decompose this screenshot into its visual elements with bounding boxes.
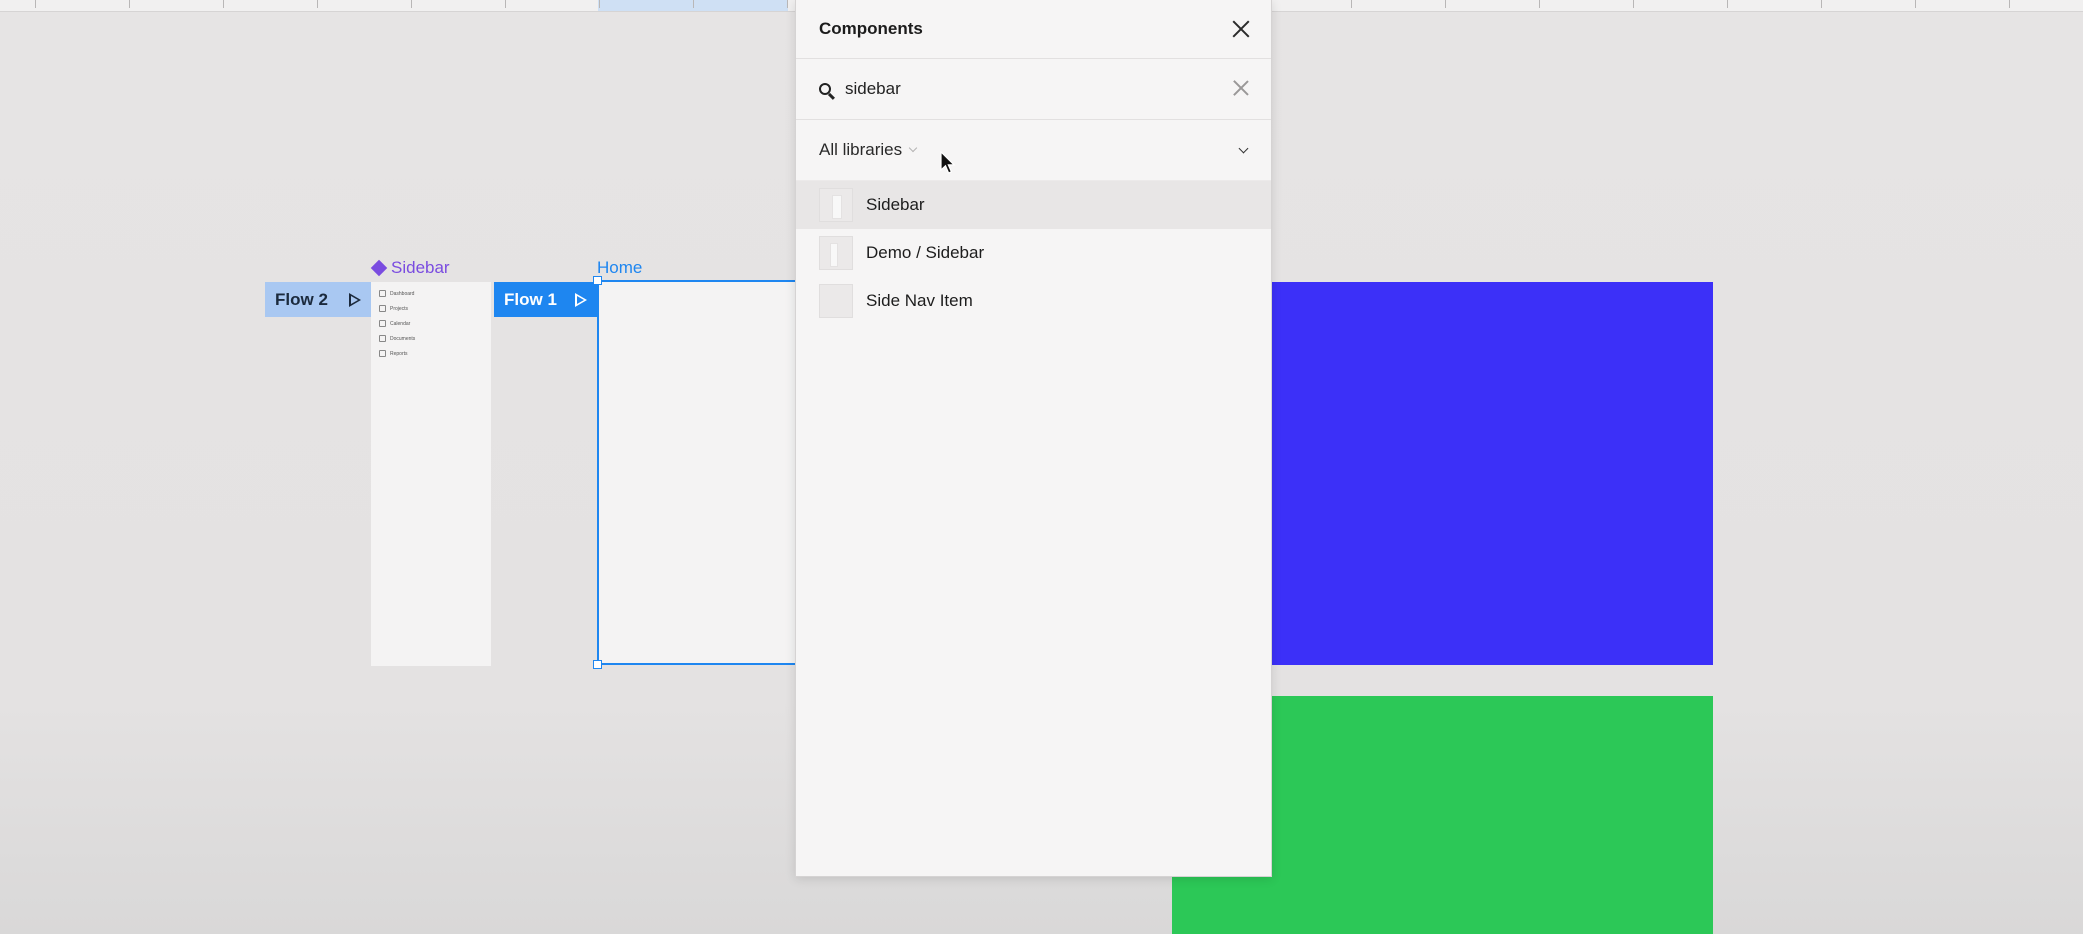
ruler-tick [129,0,130,8]
home-frame-label[interactable]: Home [597,258,642,278]
ruler-tick [787,0,788,8]
search-input[interactable] [845,79,1231,99]
libraries-label: All libraries [819,140,903,159]
sidebar-component-frame[interactable]: Dashboard Projects Calendar Documents Re… [371,282,491,666]
flow-2-chip[interactable]: Flow 2 [265,282,371,317]
result-label: Side Nav Item [866,291,973,310]
ruler-tick [317,0,318,8]
search-icon [819,83,831,95]
components-panel: Components All libraries Sidebar Demo / … [795,0,1272,877]
ruler-tick [599,0,600,8]
chevron-down-icon[interactable] [1238,143,1249,153]
result-item-side-nav-item[interactable]: Side Nav Item [796,277,1271,325]
play-icon[interactable] [575,292,587,307]
ruler-tick [693,0,694,8]
component-thumbnail [819,188,853,222]
flow-1-label: Flow 1 [504,289,557,309]
document-icon [379,335,386,342]
home-icon [379,290,386,297]
clear-search-icon[interactable] [1231,79,1251,99]
ruler-tick [223,0,224,8]
result-label: Demo / Sidebar [866,243,985,262]
libraries-dropdown[interactable]: All libraries [819,140,918,160]
ruler-tick [1539,0,1540,8]
sidebar-preview-item: Projects [371,301,491,316]
resize-handle-top-left[interactable] [593,276,602,285]
flow-2-label: Flow 2 [275,289,328,309]
panel-header: Components [796,0,1271,59]
ruler-tick [2009,0,2010,8]
ruler-tick [35,0,36,8]
design-canvas[interactable]: Flow 2 Flow 1 Sidebar Home Dashboard Pro… [0,0,2083,934]
ruler-tick [1915,0,1916,8]
ruler-tick [1633,0,1634,8]
ruler-tick [505,0,506,8]
close-icon[interactable] [1231,19,1251,39]
panel-title: Components [819,19,923,38]
component-icon [370,259,388,277]
flow-1-chip[interactable]: Flow 1 [494,282,597,317]
mouse-cursor-icon [940,151,956,174]
sidebar-frame-label[interactable]: Sidebar [370,258,450,278]
resize-handle-bottom-left[interactable] [593,660,602,669]
library-filter-row[interactable]: All libraries [796,120,1271,181]
sidebar-preview-list: Dashboard Projects Calendar Documents Re… [371,282,491,361]
result-item-sidebar[interactable]: Sidebar [796,181,1271,229]
play-icon[interactable] [349,292,361,307]
chevron-down-icon [908,143,918,153]
sidebar-preview-item: Documents [371,331,491,346]
folder-icon [379,305,386,312]
sidebar-preview-item: Reports [371,346,491,361]
sidebar-frame-name: Sidebar [391,258,450,277]
calendar-icon [379,320,386,327]
result-item-demo-sidebar[interactable]: Demo / Sidebar [796,229,1271,277]
ruler-tick [411,0,412,8]
sidebar-preview-item: Calendar [371,316,491,331]
ruler-tick [1727,0,1728,8]
results-list: Sidebar Demo / Sidebar Side Nav Item [796,181,1271,325]
ruler-tick [1445,0,1446,8]
ruler-tick [1821,0,1822,8]
component-thumbnail [819,236,853,270]
component-thumbnail [819,284,853,318]
sidebar-preview-item: Dashboard [371,286,491,301]
ruler-tick [1351,0,1352,8]
search-bar[interactable] [796,59,1271,120]
result-label: Sidebar [866,195,925,214]
chart-icon [379,350,386,357]
